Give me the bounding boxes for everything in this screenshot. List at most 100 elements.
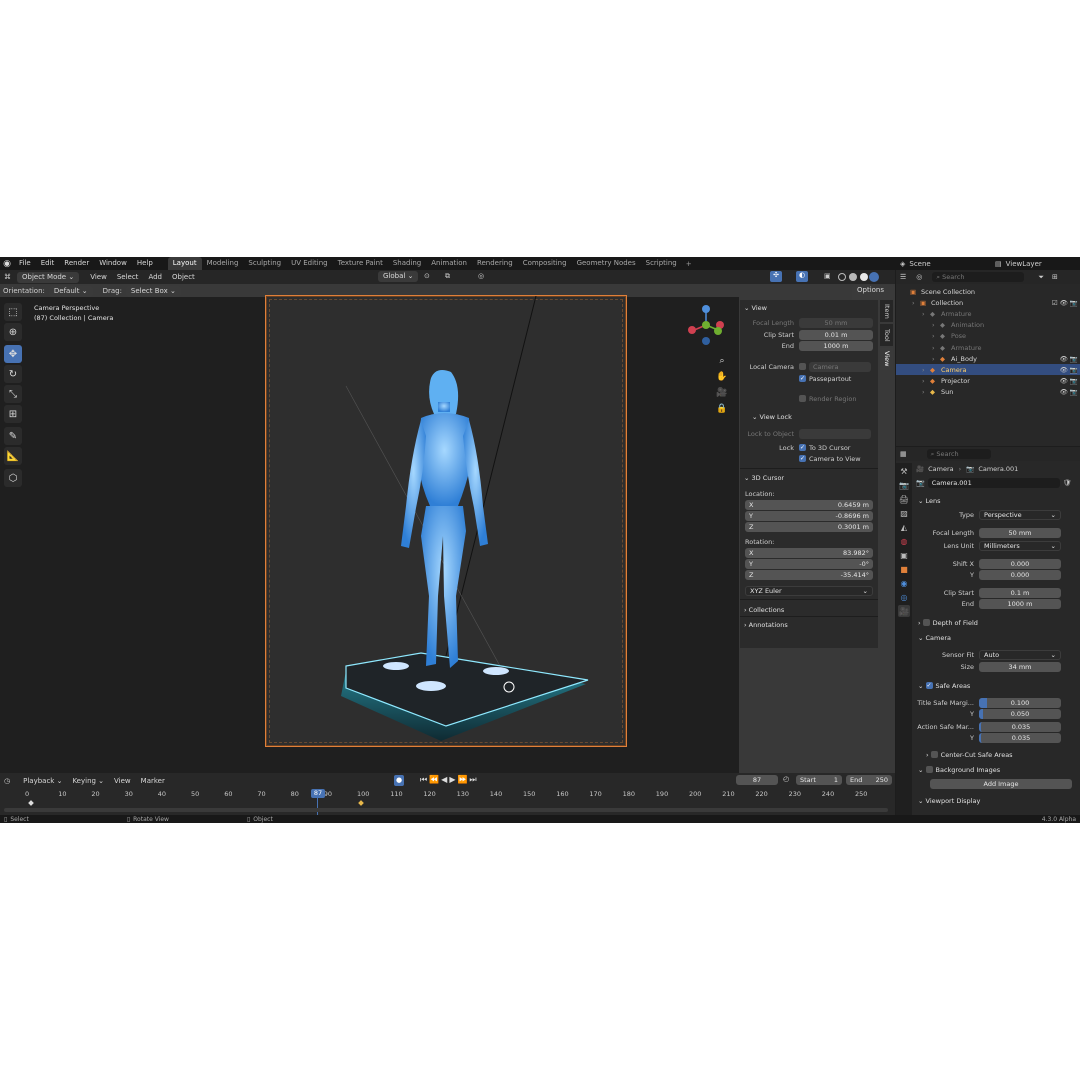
new-collection-icon[interactable]: ⊞	[1052, 273, 1058, 281]
shading-rendered-icon[interactable]	[869, 272, 879, 282]
action-safe-x-field[interactable]: 0.035	[979, 721, 1061, 732]
dof-checkbox[interactable]	[922, 619, 930, 626]
collection-tab-icon[interactable]: ▣	[898, 549, 910, 561]
proportional-edit-icon[interactable]: ◎	[478, 272, 484, 280]
outliner-search[interactable]: ⌕ Search	[932, 272, 1025, 282]
expand-chevron-icon[interactable]: ›	[922, 366, 930, 374]
menu-help[interactable]: Help	[132, 257, 158, 270]
section-3d-cursor[interactable]: ⌄ 3D Cursor	[744, 472, 784, 483]
expand-chevron-icon[interactable]: ›	[932, 344, 940, 352]
workspace-tab-layout[interactable]: Layout	[167, 257, 202, 270]
expand-chevron-icon[interactable]: ›	[912, 299, 920, 307]
outliner-item[interactable]: › ◆ Ai_Body 👁 📷	[896, 353, 1080, 364]
section-background-images[interactable]: ⌄ Background Images	[918, 764, 1000, 775]
select-tool-icon[interactable]: ⬚	[4, 303, 22, 321]
workspace-tab-sculpting[interactable]: Sculpting	[243, 257, 286, 270]
visibility-icon[interactable]: 👁 📷	[1060, 355, 1078, 363]
gizmo-toggle-icon[interactable]: ✣	[770, 271, 782, 282]
outliner-item[interactable]: › ◆ Armature	[896, 342, 1080, 353]
shading-material-icon[interactable]	[860, 273, 868, 281]
end-frame-field[interactable]: End 250	[846, 775, 892, 785]
fake-user-icon[interactable]: 🛡	[1063, 479, 1072, 487]
workspace-tab-texture-paint[interactable]: Texture Paint	[333, 257, 388, 270]
outliner-item[interactable]: ▣ Scene Collection	[896, 286, 1080, 297]
center-cut-checkbox[interactable]	[930, 751, 938, 758]
measure-tool-icon[interactable]: 📐	[4, 447, 22, 465]
lock-cursor-checkbox[interactable]: ✓	[799, 444, 806, 451]
workspace-tab-compositing[interactable]: Compositing	[518, 257, 572, 270]
cursor-location-y-field[interactable]: Y -0.8696 m	[745, 511, 873, 521]
outliner-item[interactable]: › ◆ Animation	[896, 320, 1080, 331]
local-camera-field[interactable]: Camera	[809, 361, 871, 372]
section-collections[interactable]: › Collections	[744, 604, 784, 615]
workspace-tab-shading[interactable]: Shading	[388, 257, 426, 270]
datablock-name-field[interactable]: Camera.001	[927, 477, 1060, 488]
action-safe-y-field[interactable]: 0.035	[979, 732, 1061, 743]
expand-chevron-icon[interactable]: ›	[932, 332, 940, 340]
section-safe-areas[interactable]: ⌄ ✓ Safe Areas	[918, 680, 970, 691]
timeline-keying-menu[interactable]: Keying ⌄	[67, 775, 109, 788]
sensor-fit-dropdown[interactable]: Auto ⌄	[979, 649, 1061, 660]
overlay-toggle-icon[interactable]: ◐	[796, 271, 808, 282]
shading-solid-icon[interactable]	[849, 273, 857, 281]
render-tab-icon[interactable]: 📷	[898, 479, 910, 491]
menu-edit[interactable]: Edit	[36, 257, 60, 270]
focal-length-field[interactable]: 50 mm	[799, 317, 873, 328]
scale-tool-icon[interactable]: ⤡	[4, 385, 22, 403]
navigation-gizmo[interactable]	[684, 303, 728, 347]
section-annotations[interactable]: › Annotations	[744, 619, 788, 630]
visibility-icon[interactable]: 👁 📷	[1060, 388, 1078, 396]
title-safe-x-field[interactable]: 0.100	[979, 697, 1061, 708]
viewport-menu-object[interactable]: Object	[167, 271, 200, 284]
menu-render[interactable]: Render	[59, 257, 94, 270]
outliner-item[interactable]: › ◆ Pose	[896, 331, 1080, 342]
workspace-tab-uv-editing[interactable]: UV Editing	[286, 257, 333, 270]
viewport-menu-add[interactable]: Add	[143, 271, 167, 284]
tool-tab-icon[interactable]: ⚒	[898, 465, 910, 477]
snap-icon[interactable]: ⧉	[445, 272, 450, 281]
lens-type-dropdown[interactable]: Perspective ⌄	[979, 509, 1061, 520]
expand-chevron-icon[interactable]: ›	[932, 355, 940, 363]
tab-item[interactable]: Item	[880, 300, 893, 322]
shading-wireframe-icon[interactable]	[838, 273, 846, 281]
shift-x-field[interactable]: 0.000	[979, 558, 1061, 569]
clock-icon[interactable]: ◴	[783, 775, 789, 783]
xray-icon[interactable]: ▣	[824, 272, 831, 280]
annotate-tool-icon[interactable]: ✎	[4, 427, 22, 445]
physics-tab-icon[interactable]: ◎	[898, 591, 910, 603]
add-workspace-icon[interactable]: +	[682, 260, 696, 268]
clip-end-field[interactable]: 1000 m	[799, 340, 873, 351]
blender-logo-icon[interactable]: ◉	[0, 259, 14, 269]
timeline[interactable]: ◷ Playback ⌄ Keying ⌄ View Marker ● ⏮⏪◀▶…	[0, 773, 895, 815]
transform-orientation-dropdown[interactable]: Global ⌄	[378, 271, 419, 282]
cursor-tool-icon[interactable]: ⊕	[4, 323, 22, 341]
timeline-editor-icon[interactable]: ◷	[4, 777, 10, 785]
timeline-scrollbar[interactable]	[4, 808, 888, 812]
record-icon[interactable]: ●	[394, 775, 404, 786]
menu-file[interactable]: File	[14, 257, 36, 270]
playhead[interactable]: 87	[311, 789, 325, 798]
expand-chevron-icon[interactable]: ›	[932, 321, 940, 329]
view-layer-tab-icon[interactable]: ▨	[898, 507, 910, 519]
section-view[interactable]: ⌄ View	[744, 302, 767, 313]
drag-dropdown[interactable]: Select Box ⌄	[125, 285, 181, 297]
properties-search[interactable]: ⌕ Search	[926, 449, 991, 459]
lock-to-object-field[interactable]	[799, 428, 871, 439]
filter-icon[interactable]: ⏷	[1038, 273, 1044, 282]
lens-unit-dropdown[interactable]: Millimeters ⌄	[979, 540, 1061, 551]
pan-hand-icon[interactable]: ✋	[715, 369, 729, 385]
scene-selector[interactable]: ◈ Scene	[900, 258, 931, 269]
cursor-location-x-field[interactable]: X 0.6459 m	[745, 500, 873, 510]
cursor-rotation-x-field[interactable]: X 83.982°	[745, 548, 873, 558]
timeline-view-menu[interactable]: View	[109, 775, 136, 788]
sensor-size-field[interactable]: 34 mm	[979, 661, 1061, 672]
visibility-icon[interactable]: ☑ 👁 📷	[1052, 299, 1078, 307]
move-tool-icon[interactable]: ✥	[4, 345, 22, 363]
clip-start-prop-field[interactable]: 0.1 m	[979, 587, 1061, 598]
lock-camera-icon[interactable]: 🔒	[715, 401, 729, 417]
background-images-checkbox[interactable]	[925, 766, 933, 773]
timeline-playback-menu[interactable]: Playback ⌄	[18, 775, 67, 788]
keyframe-100[interactable]	[358, 800, 364, 806]
viewport-menu-select[interactable]: Select	[112, 271, 144, 284]
outliner-item[interactable]: › ▣ Collection ☑ 👁 📷	[896, 297, 1080, 308]
